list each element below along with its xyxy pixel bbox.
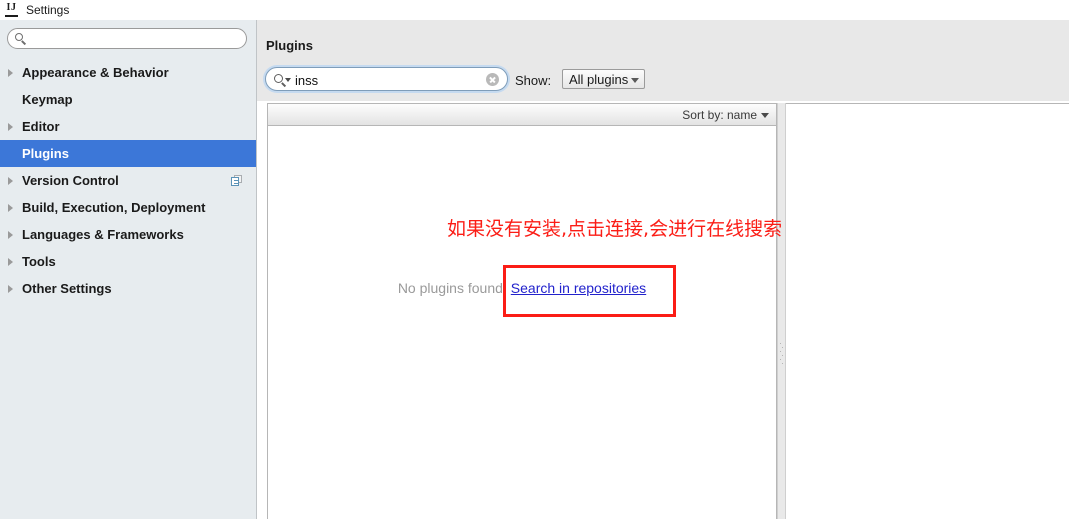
settings-tree: Appearance & Behavior Keymap Editor Plug…	[0, 59, 256, 302]
chevron-right-icon[interactable]	[8, 285, 22, 293]
chevron-right-icon[interactable]	[8, 258, 22, 266]
window-title: Settings	[26, 3, 70, 17]
sidebar-search-box[interactable]	[7, 28, 247, 50]
plugins-empty-state: No plugins found. Search in repositories	[268, 280, 776, 296]
sidebar-item-label: Version Control	[22, 173, 119, 188]
chevron-right-icon[interactable]	[8, 204, 22, 212]
no-plugins-found-text: No plugins found.	[397, 280, 507, 296]
copy-pages-icon	[231, 175, 243, 186]
sort-by-label: Sort by: name	[682, 107, 757, 122]
plugins-list-panel: Sort by: name No plugins found. Search i…	[267, 103, 777, 519]
sidebar-item-appearance-behavior[interactable]: Appearance & Behavior	[0, 59, 256, 86]
sidebar-item-label: Build, Execution, Deployment	[22, 200, 206, 215]
plugin-detail-pane	[786, 103, 1069, 519]
plugins-search-input[interactable]	[293, 69, 477, 91]
search-icon	[274, 74, 283, 83]
splitter-grip-icon	[780, 343, 783, 367]
sidebar-item-keymap[interactable]: Keymap	[0, 86, 256, 113]
sidebar-item-version-control[interactable]: Version Control	[0, 167, 256, 194]
sidebar-search-input[interactable]	[30, 29, 234, 50]
show-filter-value: All plugins	[569, 71, 629, 87]
sidebar-item-label: Appearance & Behavior	[22, 65, 169, 80]
sidebar-item-label: Other Settings	[22, 281, 112, 296]
sidebar-item-label: Editor	[22, 119, 60, 134]
chevron-right-icon[interactable]	[8, 177, 22, 185]
sidebar-item-build-execution-deployment[interactable]: Build, Execution, Deployment	[0, 194, 256, 221]
search-in-repositories-link[interactable]: Search in repositories	[511, 280, 646, 296]
sidebar-item-tools[interactable]: Tools	[0, 248, 256, 275]
sidebar-search-container	[0, 20, 256, 50]
plugins-header-band: Plugins Show: All plugins	[257, 20, 1069, 101]
sidebar-item-editor[interactable]: Editor	[0, 113, 256, 140]
chevron-right-icon[interactable]	[8, 123, 22, 131]
settings-sidebar: Appearance & Behavior Keymap Editor Plug…	[0, 20, 257, 519]
chevron-down-icon	[761, 112, 769, 118]
chevron-right-icon[interactable]	[8, 231, 22, 239]
panel-splitter[interactable]	[777, 103, 786, 519]
intellij-idea-icon: IJ	[4, 2, 19, 18]
sidebar-item-label: Keymap	[22, 92, 73, 107]
sidebar-item-label: Languages & Frameworks	[22, 227, 184, 242]
chevron-down-icon	[631, 78, 640, 83]
chevron-down-icon[interactable]	[285, 78, 291, 82]
page-title: Plugins	[266, 38, 313, 53]
plugins-search-box[interactable]	[265, 67, 508, 91]
search-icon	[15, 33, 23, 41]
sidebar-item-label: Tools	[22, 254, 56, 269]
show-filter-dropdown[interactable]: All plugins	[562, 69, 646, 89]
chevron-right-icon[interactable]	[8, 69, 22, 77]
sidebar-item-languages-frameworks[interactable]: Languages & Frameworks	[0, 221, 256, 248]
sort-by-dropdown[interactable]: Sort by: name	[682, 108, 769, 122]
annotation-note: 如果没有安装,点击连接,会进行在线搜索	[447, 218, 783, 240]
sidebar-item-label: Plugins	[22, 146, 69, 161]
sidebar-item-other-settings[interactable]: Other Settings	[0, 275, 256, 302]
window-titlebar: IJ Settings	[0, 0, 1069, 20]
clear-search-icon[interactable]	[486, 73, 499, 86]
show-filter-label: Show:	[515, 73, 552, 88]
sidebar-item-plugins[interactable]: Plugins	[0, 140, 256, 167]
plugins-table-header: Sort by: name	[268, 104, 776, 126]
